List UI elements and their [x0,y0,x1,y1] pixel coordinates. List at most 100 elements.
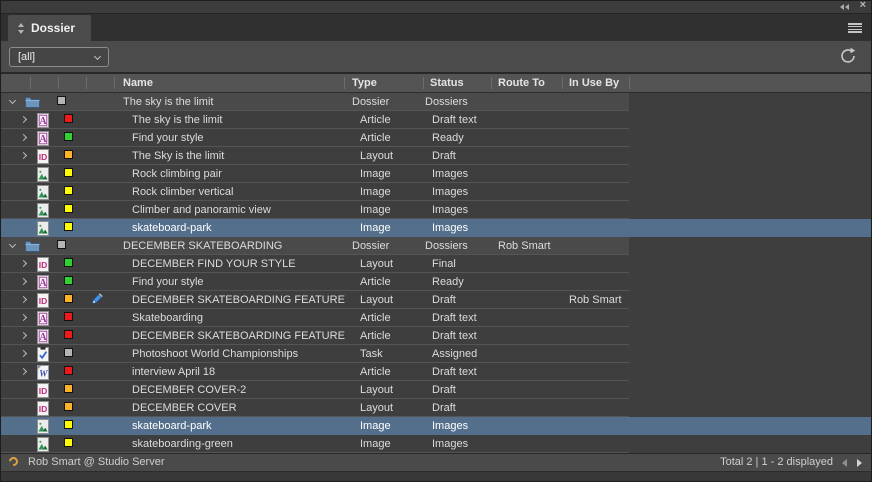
chevron-right-icon[interactable] [19,151,28,160]
table-row[interactable]: Winterview April 18 Article Draft text [1,363,871,381]
status-color-swatch [64,438,73,447]
panel-toggle-icon [17,22,25,34]
svg-text:ID: ID [39,404,48,414]
filter-dropdown[interactable]: [all] [9,47,109,67]
cell-status: Draft text [432,330,477,342]
cell-type: Image [360,186,391,198]
cell-status: Images [432,420,469,432]
chevron-right-icon[interactable] [19,115,28,124]
column-header-route-to[interactable]: Route To [498,74,545,92]
chevron-down-icon[interactable] [8,96,17,105]
cell-type: Dossier [352,240,390,252]
chevron-right-icon[interactable] [19,277,28,286]
cell-status: Final [432,258,456,270]
column-header-in-use-by[interactable]: In Use By [569,74,619,92]
table-row[interactable]: The sky is the limit Dossier Dossiers [1,93,871,111]
svg-text:A: A [39,134,47,145]
cell-status: Draft [432,150,456,162]
close-icon[interactable]: × [860,1,866,12]
chevron-right-icon[interactable] [19,133,28,142]
filter-value: [all] [18,51,36,63]
table-row[interactable]: Rock climbing pair Image Images [1,165,871,183]
status-color-swatch [64,204,73,213]
previous-page-button[interactable] [842,459,847,467]
svg-text:ID: ID [39,260,48,270]
cell-name: DECEMBER COVER [132,402,237,414]
panel-bottom-edge [1,471,871,481]
cell-status: Images [432,186,469,198]
column-header-type[interactable]: Type [352,74,377,92]
panel-menu-button[interactable] [848,23,862,33]
tab-dossier[interactable]: Dossier [8,15,92,41]
cell-name: skateboarding-green [132,438,233,450]
cell-name: DECEMBER SKATEBOARDING [123,240,283,252]
cell-name: DECEMBER SKATEBOARDING FEATURE [132,330,345,342]
table-row[interactable]: Climber and panoramic view Image Images [1,201,871,219]
table-row[interactable]: Photoshoot World Championships Task Assign… [1,345,871,363]
status-color-swatch [64,114,73,123]
table-row[interactable]: A The sky is the limit Article Draft text [1,111,871,129]
cell-status: Ready [432,132,464,144]
cell-type: Image [360,420,391,432]
column-header-name[interactable]: Name [123,74,153,92]
cell-status: Draft text [432,312,477,324]
cell-status: Assigned [432,348,478,360]
table-row[interactable]: DECEMBER SKATEBOARDING Dossier Dossiers Rob… [1,237,871,255]
chevron-right-icon[interactable] [19,313,28,322]
chevron-right-icon[interactable] [19,259,28,268]
cell-name: interview April 18 [132,366,216,378]
cell-status: Draft text [432,366,477,378]
status-color-swatch [64,420,73,429]
chevron-right-icon[interactable] [19,295,28,304]
cell-status: Images [432,222,469,234]
cell-status: Dossiers [425,240,468,252]
table-row[interactable]: ID DECEMBER FIND YOUR STYLE Layout Final [1,255,871,273]
chevron-right-icon[interactable] [19,349,28,358]
status-bar: Rob Smart @ Studio Server Total 2 | 1 - … [1,453,871,471]
status-color-swatch [57,240,66,249]
chevron-right-icon[interactable] [19,367,28,376]
status-color-swatch [64,348,73,357]
next-page-button[interactable] [857,459,862,467]
table-row[interactable]: ID The Sky is the limit Layout Draft [1,147,871,165]
cell-name: Skateboarding [132,312,203,324]
table-row[interactable]: skateboarding-green Image Images [1,435,871,453]
table-row[interactable]: ID DECEMBER COVER Layout Draft [1,399,871,417]
svg-text:A: A [39,116,47,127]
table-row[interactable]: A Find your style Article Ready [1,273,871,291]
cell-type: Article [360,114,391,126]
cell-type: Layout [360,150,394,162]
cell-name: skateboard-park [132,420,212,432]
cell-name: The sky is the limit [132,114,223,126]
cell-name: Find your style [132,132,204,144]
cell-in-use-by: Rob Smart [569,294,622,306]
table-row[interactable]: skateboard-park Image Images [1,417,871,435]
table-row[interactable]: skateboard-park Image Images [1,219,871,237]
svg-text:ID: ID [39,296,48,306]
table-row[interactable]: ID DECEMBER COVER-2 Layout Draft [1,381,871,399]
status-color-swatch [64,132,73,141]
cell-status: Draft [432,294,456,306]
cell-name: Photoshoot World Championships [132,348,299,360]
chevron-down-icon[interactable] [8,240,17,249]
cell-type: Article [360,366,391,378]
chevron-right-icon[interactable] [19,331,28,340]
collapse-panel-icon[interactable] [840,4,849,10]
panel-titlebar: × [1,1,871,14]
status-color-swatch [64,402,73,411]
cell-type: Image [360,438,391,450]
cell-status: Images [432,204,469,216]
panel-tabbar: Dossier [1,14,871,41]
cell-name: skateboard-park [132,222,212,234]
cell-name: DECEMBER COVER-2 [132,384,247,396]
status-color-swatch [64,312,73,321]
cell-status: Draft [432,384,456,396]
cell-status: Draft text [432,114,477,126]
table-row[interactable]: A Skateboarding Article Draft text [1,309,871,327]
table-row[interactable]: ID DECEMBER SKATEBOARDING FEATURE Layout Dr… [1,291,871,309]
table-row[interactable]: A DECEMBER SKATEBOARDING FEATURE Article Dr… [1,327,871,345]
refresh-button[interactable] [838,46,858,66]
column-header-status[interactable]: Status [430,74,464,92]
table-row[interactable]: A Find your style Article Ready [1,129,871,147]
table-row[interactable]: Rock climber vertical Image Images [1,183,871,201]
